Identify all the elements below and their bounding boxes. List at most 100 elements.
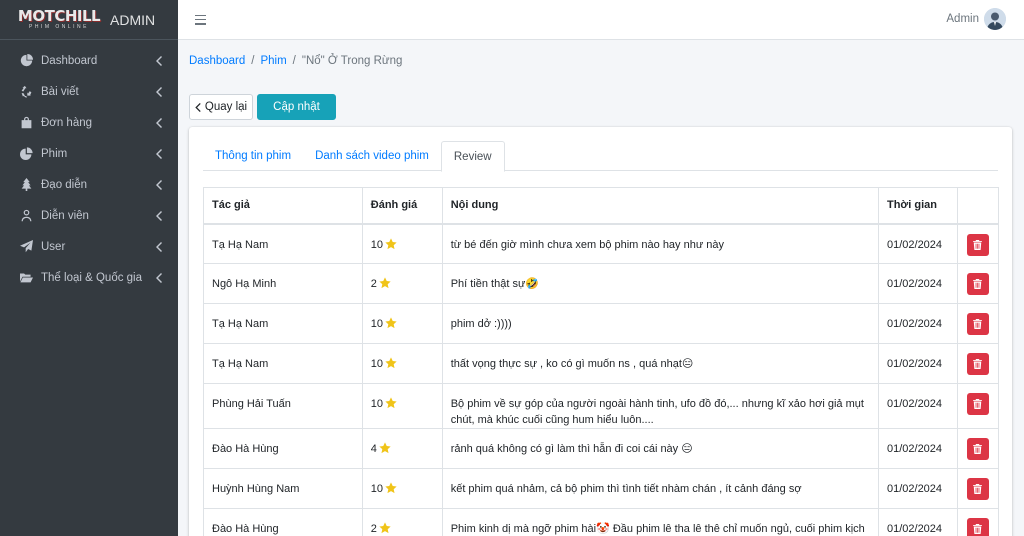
recycle-icon [20, 85, 33, 98]
table-row: Phùng Hải Tuấn 10 Bộ phim về sự góp của ng… [203, 383, 1000, 429]
star-icon [379, 277, 391, 289]
header-time: Thời gian [877, 187, 958, 225]
sidebar: MOTCHILL PHIM ONLINE ADMIN Dashboard Bài… [0, 0, 178, 536]
review-rating-value: 10 [370, 238, 384, 251]
review-content: rảnh quá không có gì làm thì hẵn đi coi … [441, 428, 879, 469]
shopping-bag-icon [20, 116, 33, 129]
brand-logo: MOTCHILL PHIM ONLINE [14, 6, 104, 34]
review-time: 01/02/2024 [877, 383, 958, 429]
sidebar-item-label: Đạo diễn [41, 178, 88, 191]
delete-review-button[interactable] [966, 393, 989, 415]
menu-toggle-icon[interactable] [195, 14, 206, 25]
chevron-left-icon [156, 179, 162, 190]
sidebar-item-label: Phim [41, 147, 68, 160]
review-content: Phí tiền thật sự🤣 [441, 263, 879, 304]
sidebar-item-don-hang[interactable]: Đơn hàng [0, 107, 178, 138]
review-actions [956, 343, 1000, 384]
tab-danh-sach-video[interactable]: Danh sách video phim [303, 141, 441, 171]
breadcrumb-separator: / [292, 55, 296, 67]
sidebar-item-label: Đơn hàng [41, 116, 93, 129]
header-rating: Đánh giá [361, 187, 443, 225]
main-content: Dashboard / Phim / "Nổ" Ở Trong Rừng Qua… [178, 40, 1024, 536]
chevron-left-icon [156, 148, 162, 159]
trash-icon [973, 524, 983, 534]
sidebar-item-bai-viet[interactable]: Bài viết [0, 76, 178, 107]
update-button[interactable]: Cập nhật [257, 94, 336, 120]
review-author: Đào Hà Hùng [203, 508, 363, 536]
review-actions [956, 468, 1000, 509]
delete-review-button[interactable] [966, 478, 989, 500]
chevron-left-icon [156, 86, 162, 97]
review-actions [956, 263, 1000, 304]
review-content: kết phim quá nhảm, cả bộ phim thì tình t… [441, 468, 879, 509]
review-actions [956, 428, 1000, 469]
review-content: từ bé đến giờ mình chưa xem bộ phim nào … [441, 223, 879, 264]
tab-review[interactable]: Review [440, 141, 505, 172]
review-rating-value: 10 [370, 398, 384, 410]
header-content: Nội dung [441, 187, 879, 225]
chevron-left-icon [156, 272, 162, 283]
delete-review-button[interactable] [966, 273, 989, 295]
trash-icon [973, 359, 983, 369]
back-button-label: Quay lại [204, 101, 248, 113]
review-author: Ngô Hạ Minh [203, 263, 363, 304]
review-rating-value: 4 [370, 443, 377, 455]
review-time: 01/02/2024 [877, 303, 958, 344]
trash-icon [973, 319, 983, 329]
back-button[interactable]: Quay lại [189, 94, 253, 120]
tree-icon [20, 178, 33, 191]
review-author: Tạ Hạ Nam [203, 343, 363, 384]
review-card: Thông tin phim Danh sách video phim Revi… [189, 127, 1012, 536]
trash-icon [973, 484, 983, 494]
delete-review-button[interactable] [966, 438, 989, 460]
delete-review-button[interactable] [966, 518, 989, 536]
trash-icon [973, 399, 983, 409]
review-author: Phùng Hải Tuấn [203, 383, 363, 429]
review-rating-value: 2 [370, 278, 377, 290]
chevron-left-icon [156, 210, 162, 221]
sidebar-item-label: Bài viết [41, 85, 79, 98]
table-row: Đào Hà Hùng 2 Phim kinh dị mà ngỡ phim hài… [203, 508, 1000, 536]
sidebar-item-dien-vien[interactable]: Diễn viên [0, 200, 178, 231]
user-icon [20, 209, 33, 222]
star-icon [379, 442, 391, 454]
trash-icon [973, 279, 983, 289]
review-rating: 2 [361, 508, 443, 536]
star-icon [385, 397, 397, 409]
review-time: 01/02/2024 [877, 343, 958, 384]
review-author: Tạ Hạ Nam [203, 303, 363, 344]
review-author: Tạ Hạ Nam [203, 223, 363, 264]
user-menu[interactable]: Admin [946, 8, 1006, 30]
review-time: 01/02/2024 [877, 263, 958, 304]
review-content: thất vọng thực sự , ko có gì muốn ns , q… [441, 343, 879, 384]
breadcrumb-phim[interactable]: Phim [260, 55, 286, 67]
sidebar-item-dashboard[interactable]: Dashboard [0, 45, 178, 76]
review-rating-value: 10 [370, 483, 384, 495]
sidebar-item-label: Diễn viên [41, 209, 89, 222]
sidebar-item-phim[interactable]: Phim [0, 138, 178, 169]
review-rating-value: 2 [370, 523, 377, 535]
tab-thong-tin-phim[interactable]: Thông tin phim [203, 141, 303, 171]
breadcrumb-current: "Nổ" Ở Trong Rừng [301, 55, 403, 67]
table-row: Huỳnh Hùng Nam 10 kết phim quá nhảm, cả bộ… [203, 468, 1000, 509]
review-time: 01/02/2024 [877, 223, 958, 264]
sidebar-item-the-loai[interactable]: Thể loại & Quốc gia [0, 262, 178, 293]
star-icon [379, 522, 391, 534]
tab-bar: Thông tin phim Danh sách video phim Revi… [203, 141, 998, 172]
star-icon [385, 357, 397, 369]
trash-icon [973, 239, 983, 250]
review-actions [956, 303, 1000, 344]
sidebar-item-label: User [41, 240, 66, 253]
review-author: Đào Hà Hùng [203, 428, 363, 469]
review-rating: 10 [361, 223, 443, 264]
sidebar-item-user[interactable]: User [0, 231, 178, 262]
star-icon [385, 482, 397, 494]
header-actions [956, 187, 1000, 225]
sidebar-item-dao-dien[interactable]: Đạo diễn [0, 169, 178, 200]
brand[interactable]: MOTCHILL PHIM ONLINE ADMIN [0, 0, 178, 40]
delete-review-button[interactable] [966, 233, 989, 256]
sidebar-item-label: Dashboard [41, 54, 98, 67]
delete-review-button[interactable] [966, 313, 989, 335]
delete-review-button[interactable] [966, 353, 989, 375]
breadcrumb-dashboard[interactable]: Dashboard [189, 55, 245, 67]
